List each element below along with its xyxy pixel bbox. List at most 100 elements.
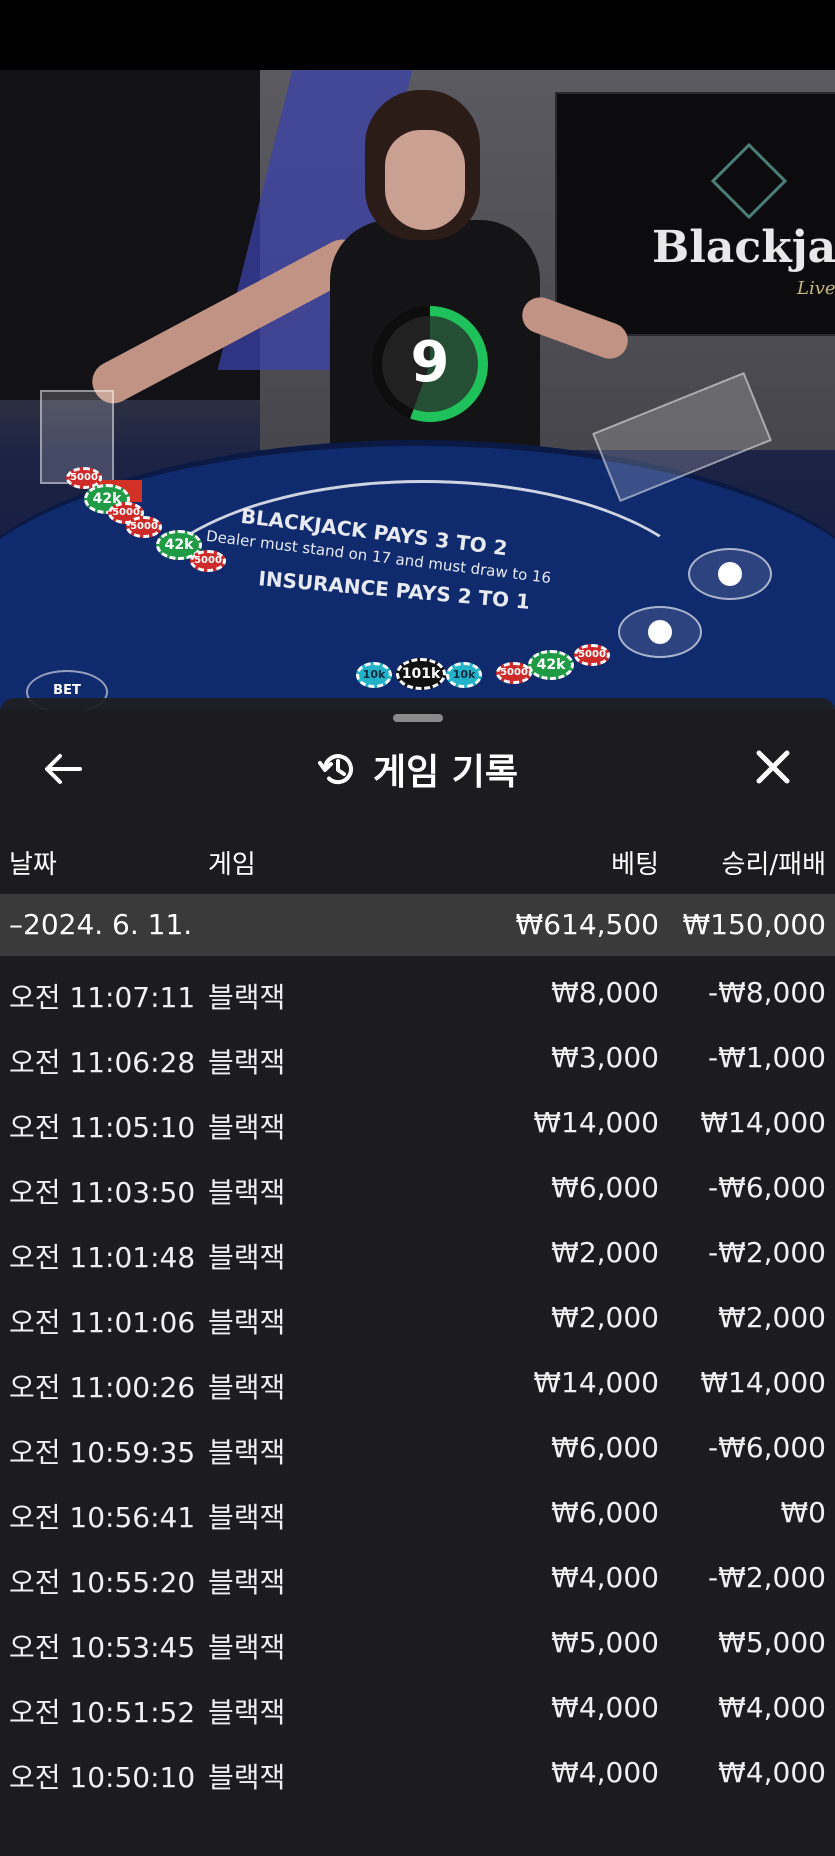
row-bet: ₩6,000	[551, 1431, 659, 1464]
table-row[interactable]: 오전 11:06:28 블랙잭 ₩3,000 -₩1,000	[0, 1023, 835, 1088]
column-header-win-loss: 승리/패배	[721, 850, 826, 880]
screen-logo-subtext: Live	[797, 278, 835, 299]
row-result: ₩14,000	[700, 1366, 826, 1399]
chip: 5000	[126, 516, 162, 538]
chip: 5000	[574, 644, 610, 666]
table-row[interactable]: 오전 11:01:48 블랙잭 ₩2,000 -₩2,000	[0, 1218, 835, 1283]
column-header-game: 게임	[208, 850, 256, 880]
chip: 42k	[528, 650, 574, 680]
person-icon	[648, 620, 672, 644]
close-button[interactable]	[752, 746, 794, 788]
row-time: 오전 10:53:45	[9, 1631, 196, 1664]
row-game: 블랙잭	[208, 1176, 286, 1209]
cards-logo-icon	[710, 142, 788, 220]
row-result: -₩6,000	[708, 1171, 826, 1204]
row-game: 블랙잭	[208, 1436, 286, 1469]
row-bet: ₩2,000	[551, 1301, 659, 1334]
table-row[interactable]: 오전 10:59:35 블랙잭 ₩6,000 -₩6,000	[0, 1413, 835, 1478]
row-bet: ₩6,000	[551, 1496, 659, 1529]
row-result: ₩14,000	[700, 1106, 826, 1139]
row-bet: ₩6,000	[551, 1171, 659, 1204]
chip: 5000	[496, 662, 532, 684]
row-result: ₩0	[780, 1496, 827, 1529]
row-game: 블랙잭	[208, 1501, 286, 1534]
studio-screen: Blackjack Live	[555, 92, 835, 336]
person-icon	[718, 562, 742, 586]
history-icon	[317, 754, 353, 785]
row-bet: ₩3,000	[551, 1041, 659, 1074]
chip: 10k	[356, 662, 392, 688]
day-date: –2024. 6. 11.	[9, 908, 193, 941]
day-total-bet: ₩614,500	[515, 908, 659, 941]
column-header-bet: 베팅	[611, 850, 659, 880]
drag-handle[interactable]	[393, 714, 443, 722]
column-header-date: 날짜	[9, 850, 57, 880]
row-time: 오전 10:59:35	[9, 1436, 196, 1469]
row-time: 오전 10:56:41	[9, 1501, 196, 1534]
row-time: 오전 11:01:48	[9, 1241, 196, 1274]
row-result: ₩4,000	[718, 1756, 826, 1789]
day-summary-row[interactable]: –2024. 6. 11. ₩614,500 ₩150,000	[0, 894, 835, 956]
row-bet: ₩14,000	[533, 1106, 659, 1139]
row-game: 블랙잭	[208, 1631, 286, 1664]
table-row[interactable]: 오전 10:50:10 블랙잭 ₩4,000 ₩4,000	[0, 1738, 835, 1803]
row-bet: ₩8,000	[551, 976, 659, 1009]
countdown-value: 9	[410, 330, 450, 395]
row-game: 블랙잭	[208, 1046, 286, 1079]
table-row[interactable]: 오전 10:55:20 블랙잭 ₩4,000 -₩2,000	[0, 1543, 835, 1608]
table-row[interactable]: 오전 11:07:11 블랙잭 ₩8,000 -₩8,000	[0, 958, 835, 1023]
table-row[interactable]: 오전 11:05:10 블랙잭 ₩14,000 ₩14,000	[0, 1088, 835, 1153]
row-result: ₩2,000	[718, 1301, 826, 1334]
row-time: 오전 11:01:06	[9, 1306, 196, 1339]
row-bet: ₩4,000	[551, 1691, 659, 1724]
panel-header: 게임 기록	[0, 742, 835, 796]
row-game: 블랙잭	[208, 1696, 286, 1729]
row-time: 오전 11:06:28	[9, 1046, 196, 1079]
row-game: 블랙잭	[208, 1761, 286, 1794]
row-result: -₩8,000	[708, 976, 826, 1009]
row-bet: ₩4,000	[551, 1561, 659, 1594]
row-game: 블랙잭	[208, 1111, 286, 1144]
page-title: 게임 기록	[372, 752, 518, 793]
game-history-panel: 게임 기록 날짜 게임 베팅 승리/패배 –2024. 6. 11. ₩614,…	[0, 698, 835, 1856]
table-row[interactable]: 오전 11:03:50 블랙잭 ₩6,000 -₩6,000	[0, 1153, 835, 1218]
seat-button[interactable]	[688, 548, 772, 600]
history-list: 오전 11:07:11 블랙잭 ₩8,000 -₩8,000 오전 11:06:28 블랙…	[0, 958, 835, 1803]
row-result: ₩4,000	[718, 1691, 826, 1724]
chip: 10k	[446, 662, 482, 688]
row-time: 오전 10:50:10	[9, 1761, 196, 1794]
row-result: -₩2,000	[708, 1236, 826, 1269]
row-result: -₩6,000	[708, 1431, 826, 1464]
row-result: -₩2,000	[708, 1561, 826, 1594]
row-game: 블랙잭	[208, 1241, 286, 1274]
seat-button[interactable]	[618, 606, 702, 658]
table-row[interactable]: 오전 11:00:26 블랙잭 ₩14,000 ₩14,000	[0, 1348, 835, 1413]
row-game: 블랙잭	[208, 1306, 286, 1339]
day-total-win: ₩150,000	[682, 908, 826, 941]
countdown-timer: 9	[372, 306, 488, 422]
table-row[interactable]: 오전 10:51:52 블랙잭 ₩4,000 ₩4,000	[0, 1673, 835, 1738]
row-game: 블랙잭	[208, 1566, 286, 1599]
row-result: -₩1,000	[708, 1041, 826, 1074]
dealer-face	[385, 130, 465, 230]
row-time: 오전 11:00:26	[9, 1371, 196, 1404]
table-row[interactable]: 오전 10:53:45 블랙잭 ₩5,000 ₩5,000	[0, 1608, 835, 1673]
row-time: 오전 10:55:20	[9, 1566, 196, 1599]
row-game: 블랙잭	[208, 981, 286, 1014]
top-black-bar	[0, 0, 835, 70]
row-result: ₩5,000	[718, 1626, 826, 1659]
row-time: 오전 11:05:10	[9, 1111, 196, 1144]
row-bet: ₩2,000	[551, 1236, 659, 1269]
row-game: 블랙잭	[208, 1371, 286, 1404]
close-icon	[756, 750, 790, 784]
table-row[interactable]: 오전 11:01:06 블랙잭 ₩2,000 ₩2,000	[0, 1283, 835, 1348]
table-row[interactable]: 오전 10:56:41 블랙잭 ₩6,000 ₩0	[0, 1478, 835, 1543]
table-header: 날짜 게임 베팅 승리/패배	[0, 838, 835, 882]
row-time: 오전 11:07:11	[9, 981, 196, 1014]
row-bet: ₩5,000	[551, 1626, 659, 1659]
row-bet: ₩14,000	[533, 1366, 659, 1399]
row-bet: ₩4,000	[551, 1756, 659, 1789]
screen-logo-text: Blackjack	[652, 222, 835, 273]
row-time: 오전 11:03:50	[9, 1176, 196, 1209]
chip: 5000	[190, 550, 226, 572]
